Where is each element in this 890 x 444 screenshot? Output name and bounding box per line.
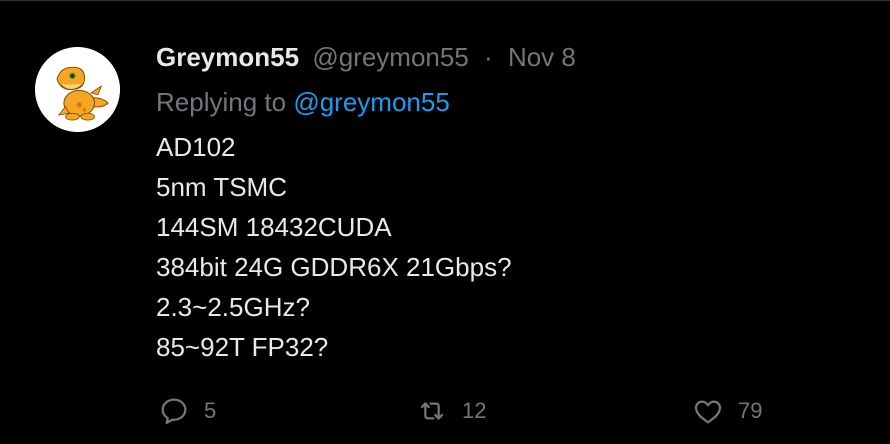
tweet-content: Greymon55 @greymon55 · Nov 8 Replying to… [156,39,856,367]
dinosaur-avatar-icon [35,47,120,132]
tweet[interactable]: Greymon55 @greymon55 · Nov 8 Replying to… [0,0,890,444]
avatar[interactable] [35,47,120,132]
tweet-line: AD102 [156,132,236,162]
tweet-line: 384bit 24G GDDR6X 21Gbps? [156,252,512,282]
replying-to: Replying to @greymon55 [156,84,856,120]
heart-icon [694,400,722,424]
tweet-line: 2.3~2.5GHz? [156,292,310,322]
replying-to-label: Replying to [156,87,287,117]
author-display-name[interactable]: Greymon55 [156,42,299,72]
retweet-button[interactable]: 12 [416,393,486,429]
reply-icon [161,398,187,425]
reply-button[interactable]: 5 [158,393,216,429]
like-button[interactable]: 79 [692,393,762,429]
tweet-header: Greymon55 @greymon55 · Nov 8 [156,39,856,75]
tweet-line: 5nm TSMC [156,172,287,202]
retweet-icon [420,402,444,420]
like-count: 79 [738,398,763,423]
tweet-date[interactable]: Nov 8 [508,42,576,72]
retweet-count: 12 [462,398,487,423]
replying-to-link[interactable]: @greymon55 [293,87,449,117]
reply-count: 5 [204,398,217,423]
author-handle[interactable]: @greymon55 [312,42,468,72]
tweet-line: 144SM 18432CUDA [156,212,392,242]
separator-dot: · [484,42,493,72]
tweet-actions: 5 12 79 [0,393,890,429]
tweet-text: AD102 5nm TSMC 144SM 18432CUDA 384bit 24… [156,127,856,367]
tweet-line: 85~92T FP32? [156,332,329,362]
